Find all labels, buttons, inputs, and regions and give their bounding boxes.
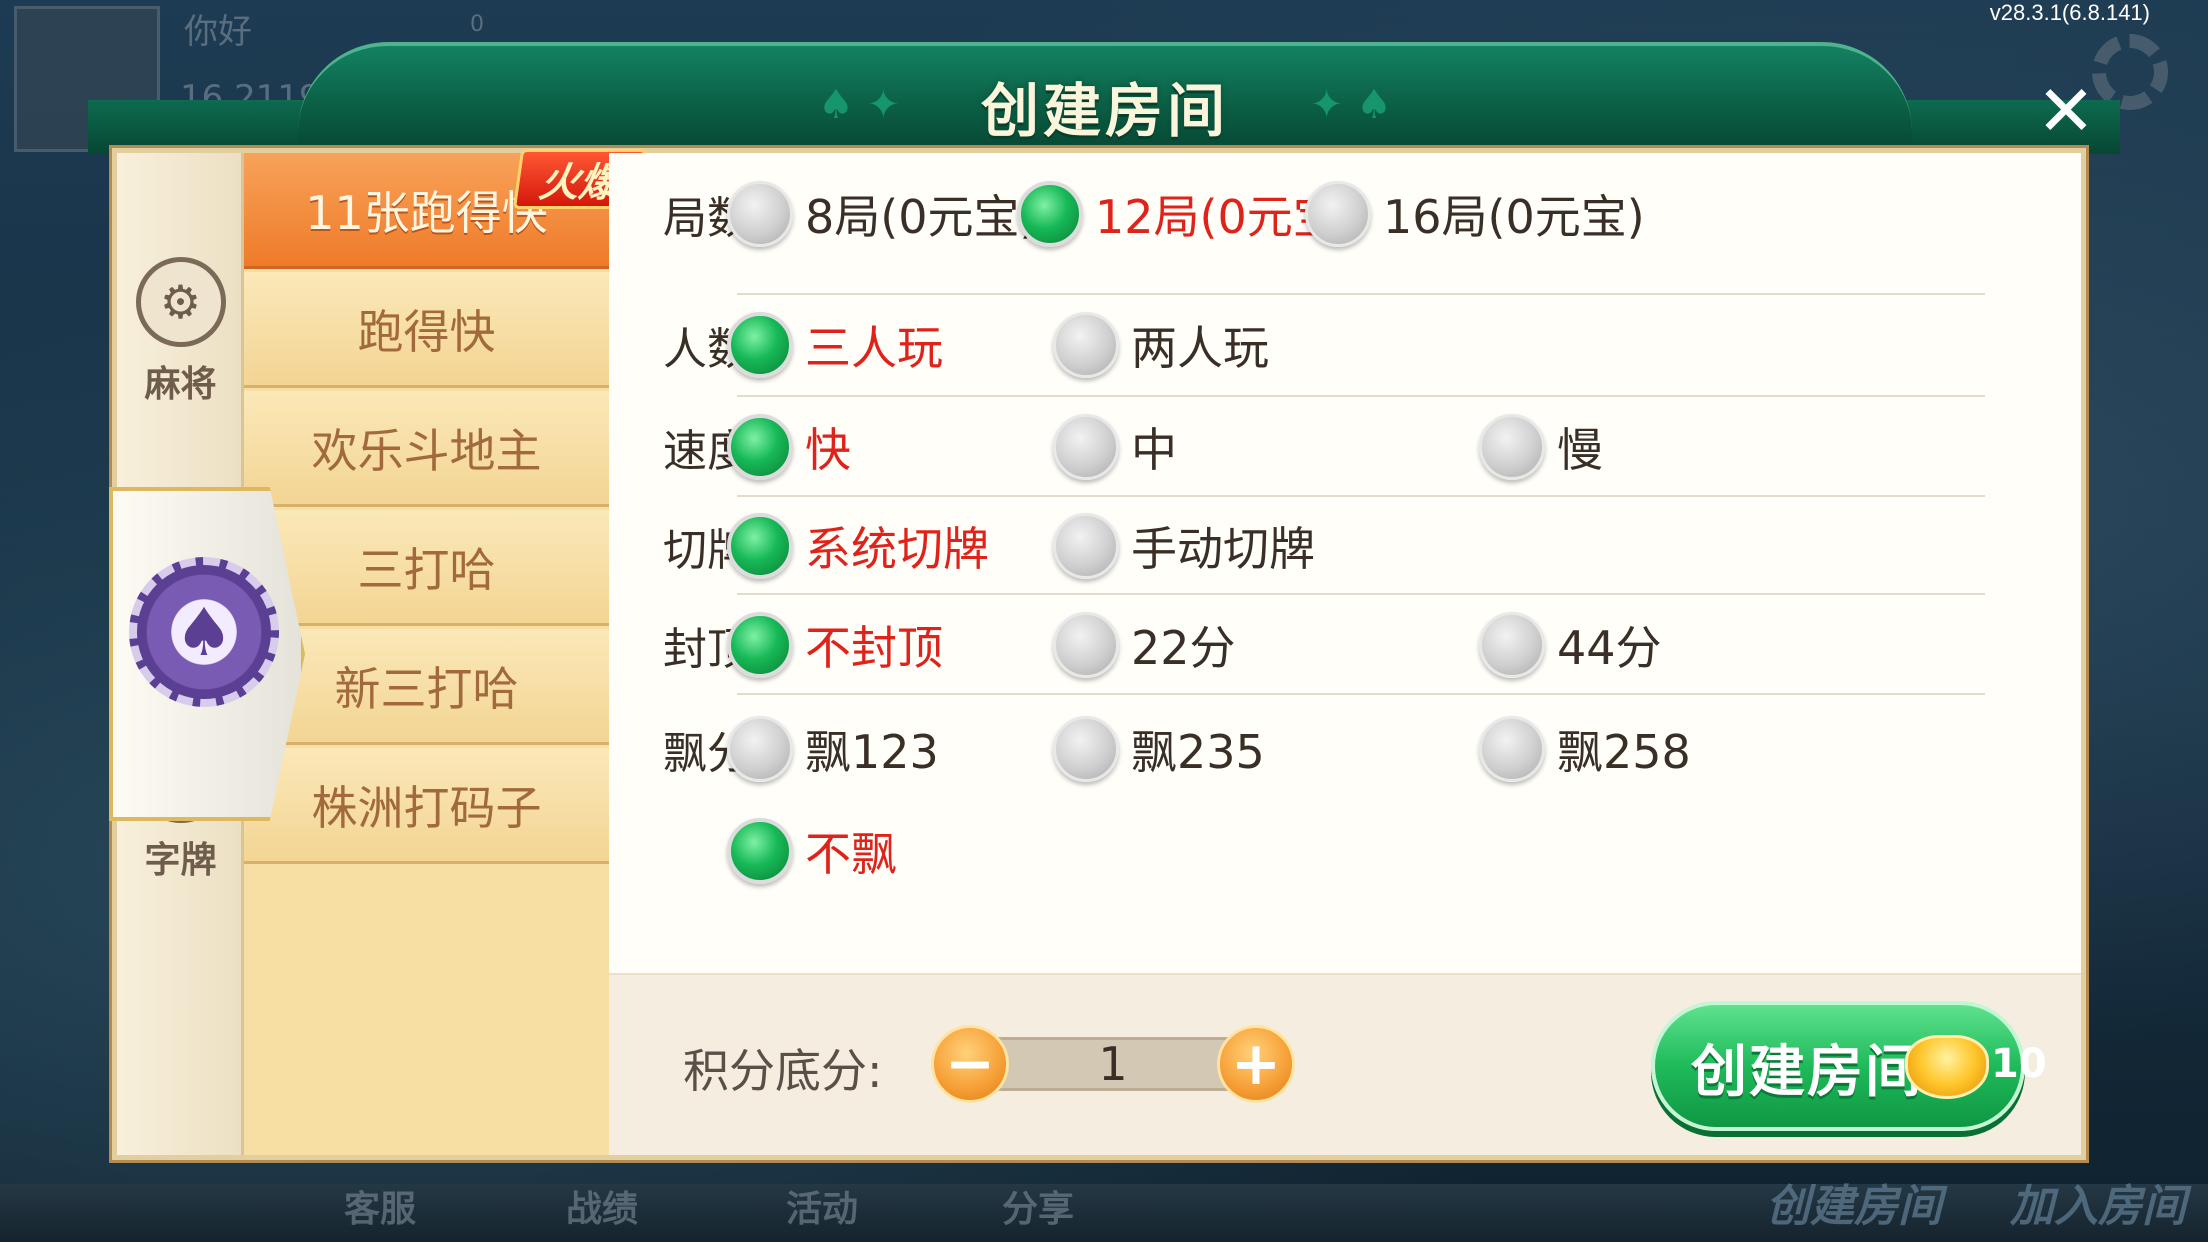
option-row-speed: 速度: 快 中 慢	[609, 397, 2081, 497]
rounds-option-8[interactable]: 8局(0元宝)	[727, 181, 1037, 247]
lobby-create-room: 创建房间	[1766, 1181, 1942, 1232]
create-room-label: 创建房间	[1691, 1040, 1923, 1105]
speed-option-slow[interactable]: 慢	[1479, 414, 1603, 480]
gold-ingot-icon	[1905, 1035, 1989, 1099]
option-row-rounds: 局数: 8局(0元宝) 12局(0元宝) 16局(0元宝)	[609, 159, 2081, 269]
cut-option-manual[interactable]: 手动切牌	[1053, 513, 1315, 579]
radio-button-checked[interactable]	[727, 312, 793, 378]
radio-button[interactable]	[1479, 612, 1545, 678]
category-mahjong[interactable]: ⚙ 麻将	[117, 257, 244, 407]
create-room-cost: 10	[1991, 1041, 2047, 1087]
dialog-body: ⚙ 麻将 貳 字牌 11张跑得快 跑得快 欢乐斗地主 三打哈 新三打哈 株洲打码…	[109, 148, 2086, 1160]
option-row-cap: 封顶: 不封顶 22分 44分	[609, 595, 2081, 695]
rule-options-panel: 局数: 8局(0元宝) 12局(0元宝) 16局(0元宝) 人数: 三人玩 两人…	[609, 153, 2081, 973]
decrease-score-button[interactable]: −	[931, 1025, 1009, 1103]
cut-option-system[interactable]: 系统切牌	[727, 513, 989, 579]
title-wing-left	[88, 100, 318, 154]
option-row-players: 人数: 三人玩 两人玩	[609, 293, 2081, 397]
dialog-title: 创建房间	[980, 77, 1229, 145]
radio-button[interactable]	[1053, 414, 1119, 480]
players-option-two[interactable]: 两人玩	[1053, 312, 1269, 378]
nav-record: 战绩	[566, 1189, 639, 1230]
cap-option-44[interactable]: 44分	[1479, 612, 1662, 678]
cap-option-22[interactable]: 22分	[1053, 612, 1236, 678]
base-score-stepper: 1 − +	[931, 1025, 1295, 1103]
radio-button-checked[interactable]	[727, 818, 793, 884]
radio-button[interactable]	[1479, 716, 1545, 782]
cap-option-none[interactable]: 不封顶	[727, 612, 943, 678]
radio-button[interactable]	[1053, 612, 1119, 678]
radio-button[interactable]	[1053, 716, 1119, 782]
notification-badge: 0	[470, 12, 484, 37]
option-label: 44分	[1557, 621, 1662, 675]
option-label: 中	[1131, 423, 1177, 477]
mahjong-icon: ⚙	[135, 257, 226, 347]
base-score-value: 1	[967, 1037, 1259, 1091]
speed-option-fast[interactable]: 快	[727, 414, 851, 480]
plus-icon: +	[1230, 1029, 1282, 1099]
option-label: 22分	[1131, 621, 1236, 675]
option-label: 不飘	[805, 827, 897, 881]
option-row-float: 飘分: 飘123 飘235 飘258	[609, 699, 2081, 799]
radio-button[interactable]	[1479, 414, 1545, 480]
version-label: v28.3.1(6.8.141)	[1989, 0, 2150, 25]
poker-spade-icon: ♠	[129, 557, 279, 707]
minus-icon: −	[944, 1029, 996, 1099]
float-option-235[interactable]: 飘235	[1053, 716, 1265, 782]
option-label: 16局(0元宝)	[1383, 190, 1645, 244]
nav-service: 客服	[344, 1189, 417, 1230]
radio-button-checked[interactable]	[1017, 181, 1083, 247]
option-label: 两人玩	[1131, 321, 1269, 375]
players-option-three[interactable]: 三人玩	[727, 312, 943, 378]
option-label: 飘235	[1131, 725, 1265, 779]
radio-button[interactable]	[727, 181, 793, 247]
radio-button[interactable]	[727, 716, 793, 782]
rounds-option-16[interactable]: 16局(0元宝)	[1305, 181, 1645, 247]
dialog-footer: 积分底分: 1 − + 创建房间 10	[609, 973, 2081, 1155]
float-option-258[interactable]: 飘258	[1479, 716, 1691, 782]
close-button[interactable]: ✕	[2012, 66, 2120, 156]
nav-activity: 活动	[786, 1189, 859, 1230]
radio-button-checked[interactable]	[727, 414, 793, 480]
float-option-123[interactable]: 飘123	[727, 716, 939, 782]
increase-score-button[interactable]: +	[1217, 1025, 1295, 1103]
option-label: 手动切牌	[1131, 522, 1315, 576]
option-label: 快	[805, 423, 851, 477]
dialog-title-bar: ♠ ✦ ✦ ♠ 创建房间	[298, 42, 1912, 154]
game-item-paodekuai[interactable]: 跑得快	[244, 272, 609, 388]
category-label: 麻将	[144, 364, 217, 405]
radio-button[interactable]	[1053, 312, 1119, 378]
speed-option-medium[interactable]: 中	[1053, 414, 1177, 480]
close-icon: ✕	[2036, 70, 2096, 152]
create-room-button[interactable]: 创建房间 10	[1651, 1001, 2047, 1131]
radio-button[interactable]	[1053, 513, 1119, 579]
radio-button-checked[interactable]	[727, 612, 793, 678]
nav-share: 分享	[1002, 1189, 1075, 1230]
float-option-none[interactable]: 不飘	[727, 818, 897, 884]
category-label: 字牌	[144, 840, 217, 881]
base-score-label: 积分底分:	[683, 1044, 883, 1098]
option-label: 慢	[1557, 423, 1603, 477]
option-label: 飘123	[805, 725, 939, 779]
game-item-doudizhu[interactable]: 欢乐斗地主	[244, 391, 609, 507]
row-divider	[737, 293, 1985, 295]
category-poker[interactable]: ♠	[109, 487, 305, 821]
option-label: 8局(0元宝)	[805, 190, 1038, 244]
create-room-dialog: ♠ ✦ ✦ ♠ 创建房间 ✕ ⚙ 麻将 貳 字牌 11张跑得快 跑得快 欢乐斗地…	[88, 42, 2120, 1162]
game-item-sandaha[interactable]: 三打哈	[244, 510, 609, 626]
option-label: 飘258	[1557, 725, 1691, 779]
lobby-join-room: 加入房间	[2010, 1181, 2186, 1232]
option-label: 系统切牌	[805, 522, 989, 576]
radio-button[interactable]	[1305, 181, 1371, 247]
option-row-cut: 切牌: 系统切牌 手动切牌	[609, 497, 2081, 595]
row-divider	[737, 693, 1985, 695]
option-label: 不封顶	[805, 621, 943, 675]
game-item-zhuzhou-damazi[interactable]: 株洲打码子	[244, 748, 609, 864]
radio-button-checked[interactable]	[727, 513, 793, 579]
option-label: 三人玩	[805, 321, 943, 375]
option-row-float-2: 不飘	[609, 803, 2081, 899]
